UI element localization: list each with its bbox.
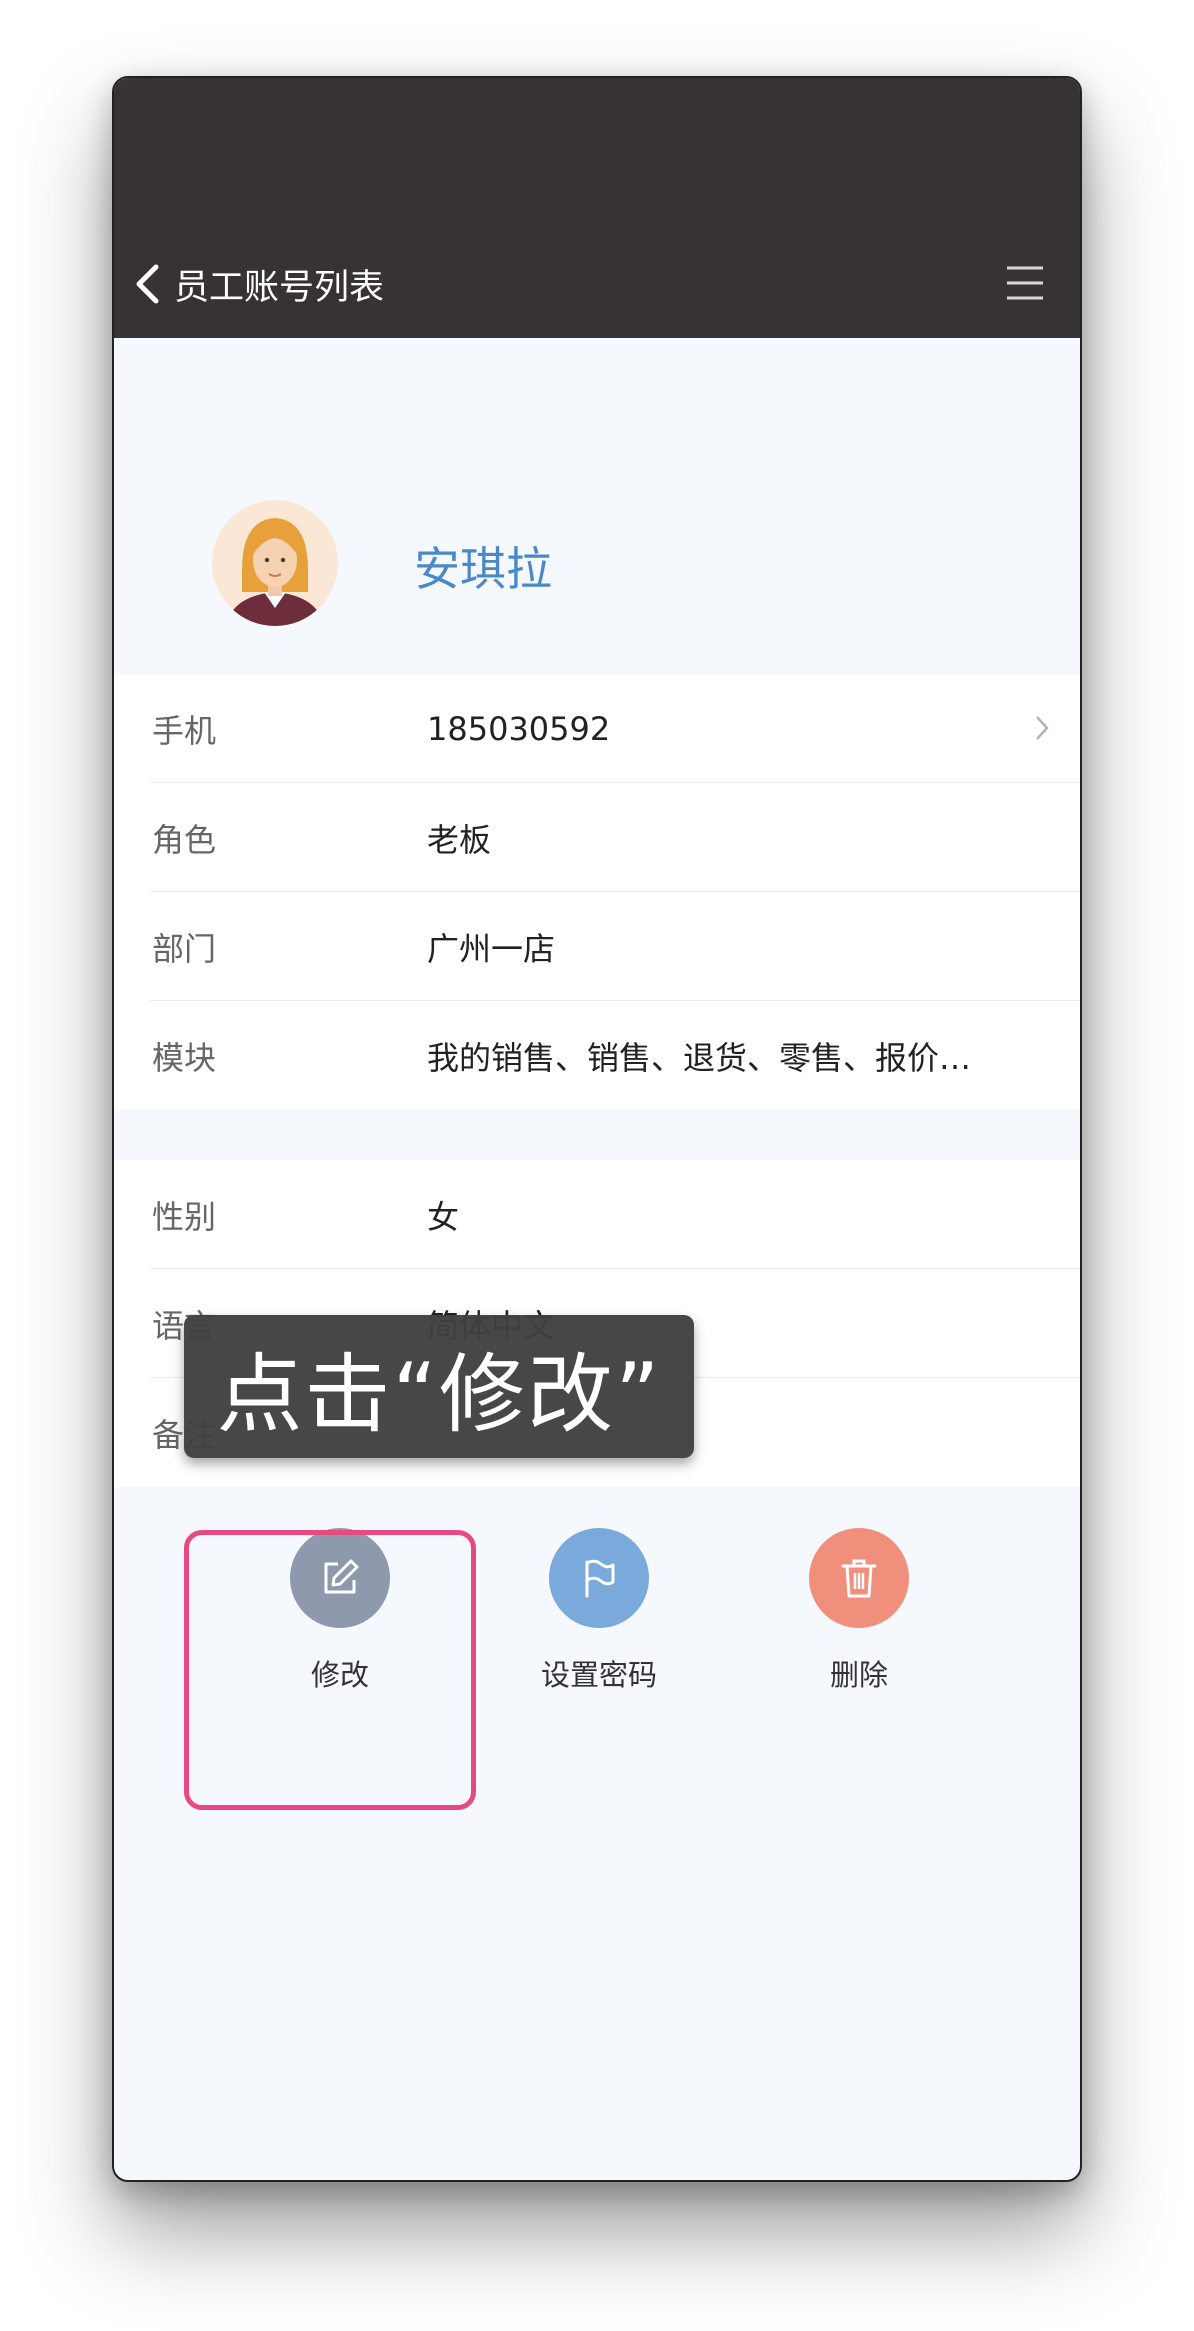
set-password-button[interactable]: 设置密码 bbox=[499, 1528, 699, 1694]
female-avatar-icon bbox=[212, 500, 338, 626]
row-value: 女 bbox=[427, 1197, 460, 1236]
delete-button-label: 删除 bbox=[829, 1658, 888, 1692]
trash-icon bbox=[841, 1559, 877, 1598]
row-value: 老板 bbox=[427, 820, 492, 859]
delete-button-circle bbox=[809, 1528, 909, 1628]
highlight-box bbox=[184, 1530, 476, 1810]
set-password-button-label: 设置密码 bbox=[540, 1658, 657, 1692]
list-row-role[interactable]: 角色 老板 bbox=[114, 783, 1080, 892]
instruction-tooltip: 点击“修改” bbox=[184, 1315, 694, 1458]
info-section: 手机 185030592 角色 老板 部门 广州一店 模块 我的销售、销售、退货… bbox=[114, 674, 1080, 1110]
row-value: 185030592 bbox=[427, 709, 611, 748]
hamburger-menu-icon bbox=[1007, 266, 1043, 300]
flag-icon bbox=[585, 1559, 615, 1598]
row-label: 性别 bbox=[152, 1197, 217, 1236]
chevron-left-icon bbox=[136, 264, 159, 304]
row-value: 广州一店 bbox=[427, 929, 556, 968]
row-label: 部门 bbox=[152, 929, 217, 968]
chevron-right-icon bbox=[1036, 716, 1049, 740]
profile-header: 安琪拉 bbox=[114, 338, 1080, 674]
list-row-gender[interactable]: 性别 女 bbox=[114, 1160, 1080, 1269]
row-value: 我的销售、销售、退货、零售、报价… bbox=[427, 1038, 972, 1077]
list-row-modules[interactable]: 模块 我的销售、销售、退货、零售、报价… bbox=[114, 1001, 1080, 1110]
list-row-department[interactable]: 部门 广州一店 bbox=[114, 892, 1080, 1001]
back-button[interactable]: 员工账号列表 bbox=[134, 256, 384, 312]
user-name: 安琪拉 bbox=[414, 542, 552, 596]
avatar bbox=[212, 500, 338, 626]
set-password-button-circle bbox=[549, 1528, 649, 1628]
navigation-bar: 员工账号列表 bbox=[114, 78, 1080, 338]
tooltip-text: 点击“修改” bbox=[216, 1345, 662, 1445]
row-label: 手机 bbox=[152, 711, 217, 750]
back-button-label: 员工账号列表 bbox=[174, 267, 385, 308]
delete-button[interactable]: 删除 bbox=[759, 1528, 959, 1694]
hamburger-menu-button[interactable] bbox=[1006, 264, 1044, 302]
phone-frame: 员工账号列表 安琪拉 手机 185030592 角色 老板 部门 广州一店 模块… bbox=[112, 76, 1082, 2182]
row-label: 模块 bbox=[152, 1038, 217, 1077]
list-row-phone[interactable]: 手机 185030592 bbox=[114, 674, 1080, 783]
row-label: 角色 bbox=[152, 820, 217, 859]
